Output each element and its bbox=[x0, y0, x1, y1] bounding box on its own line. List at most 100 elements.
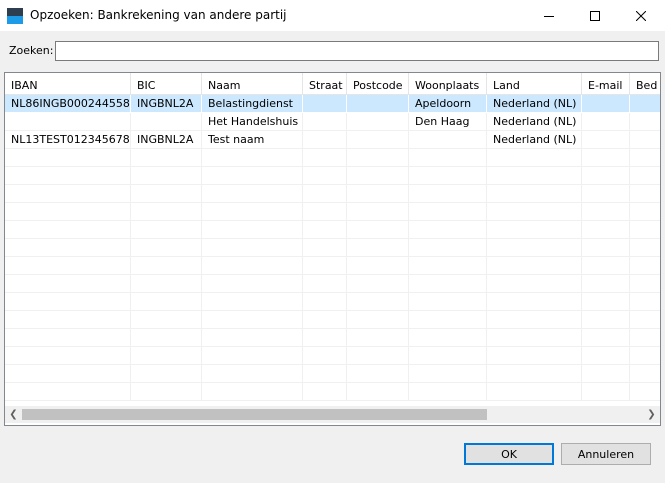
cell-col-bed bbox=[630, 239, 660, 257]
cell-col-bic bbox=[131, 293, 202, 311]
empty-table-row[interactable] bbox=[5, 185, 660, 203]
cell-col-iban bbox=[5, 257, 131, 275]
cell-col-straat bbox=[303, 203, 347, 221]
empty-table-row[interactable] bbox=[5, 221, 660, 239]
header-col-naam[interactable]: Naam bbox=[202, 73, 303, 95]
cell-col-iban bbox=[5, 167, 131, 185]
cell-col-bed bbox=[630, 149, 660, 167]
cell-col-bed bbox=[630, 167, 660, 185]
cell-col-bed bbox=[630, 203, 660, 221]
cell-col-straat bbox=[303, 329, 347, 347]
cell-col-postcode bbox=[347, 149, 409, 167]
cell-col-woonplaats bbox=[409, 293, 487, 311]
header-col-straat[interactable]: Straat bbox=[303, 73, 347, 95]
cell-col-iban bbox=[5, 221, 131, 239]
cell-col-woonplaats bbox=[409, 347, 487, 365]
empty-table-row[interactable] bbox=[5, 347, 660, 365]
cancel-button[interactable]: Annuleren bbox=[561, 443, 651, 465]
cell-col-straat bbox=[303, 365, 347, 383]
empty-table-row[interactable] bbox=[5, 329, 660, 347]
cell-col-bed bbox=[630, 347, 660, 365]
cell-col-iban bbox=[5, 239, 131, 257]
cell-col-email bbox=[582, 185, 630, 203]
empty-table-row[interactable] bbox=[5, 149, 660, 167]
cell-col-naam bbox=[202, 221, 303, 239]
empty-table-row[interactable] bbox=[5, 203, 660, 221]
cell-col-postcode bbox=[347, 239, 409, 257]
cell-col-woonplaats bbox=[409, 221, 487, 239]
maximize-button[interactable] bbox=[572, 0, 618, 31]
cell-col-land bbox=[487, 383, 582, 401]
header-col-postcode[interactable]: Postcode bbox=[347, 73, 409, 95]
cell-col-iban: NL13TEST0123456789 bbox=[5, 131, 131, 149]
empty-table-row[interactable] bbox=[5, 257, 660, 275]
empty-table-row[interactable] bbox=[5, 383, 660, 401]
empty-table-row[interactable] bbox=[5, 275, 660, 293]
search-row: Zoeken: bbox=[0, 31, 665, 71]
cell-col-postcode bbox=[347, 221, 409, 239]
table-row[interactable]: NL13TEST0123456789 INGBNL2A Test naam Neder… bbox=[5, 131, 660, 149]
empty-table-row[interactable] bbox=[5, 311, 660, 329]
cell-col-land bbox=[487, 167, 582, 185]
cell-col-bic bbox=[131, 275, 202, 293]
header-col-bed[interactable]: Bed bbox=[630, 73, 660, 95]
table-grid: IBAN BIC Naam Straat Postcode Woonplaats Land E… bbox=[5, 73, 660, 406]
cell-col-naam: Het Handelshuis bbox=[202, 113, 303, 131]
cell-col-naam bbox=[202, 293, 303, 311]
cell-col-bed bbox=[630, 221, 660, 239]
empty-table-row[interactable] bbox=[5, 365, 660, 383]
cell-col-naam bbox=[202, 203, 303, 221]
cell-col-land bbox=[487, 347, 582, 365]
cell-col-straat bbox=[303, 239, 347, 257]
empty-table-row[interactable] bbox=[5, 239, 660, 257]
cell-col-postcode bbox=[347, 365, 409, 383]
cell-col-postcode bbox=[347, 257, 409, 275]
cell-col-naam bbox=[202, 185, 303, 203]
ok-button[interactable]: OK bbox=[464, 443, 554, 465]
cell-col-email bbox=[582, 221, 630, 239]
cell-col-woonplaats: Den Haag bbox=[409, 113, 487, 131]
cell-col-bed bbox=[630, 275, 660, 293]
header-col-woonplaats[interactable]: Woonplaats bbox=[409, 73, 487, 95]
cell-col-bed bbox=[630, 113, 660, 131]
scrollbar-thumb[interactable] bbox=[22, 409, 487, 420]
cell-col-bic bbox=[131, 185, 202, 203]
cell-col-straat bbox=[303, 383, 347, 401]
header-col-land[interactable]: Land bbox=[487, 73, 582, 95]
cell-col-bic bbox=[131, 239, 202, 257]
cell-col-iban bbox=[5, 365, 131, 383]
horizontal-scrollbar[interactable]: ❮ ❯ bbox=[5, 406, 660, 423]
header-col-email[interactable]: E-mail bbox=[582, 73, 630, 95]
search-input[interactable] bbox=[55, 41, 659, 61]
cell-col-bic: INGBNL2A bbox=[131, 131, 202, 149]
close-icon bbox=[636, 10, 646, 21]
empty-table-row[interactable] bbox=[5, 167, 660, 185]
cell-col-email bbox=[582, 167, 630, 185]
cell-col-naam bbox=[202, 311, 303, 329]
cell-col-bic bbox=[131, 383, 202, 401]
empty-table-row[interactable] bbox=[5, 293, 660, 311]
cell-col-woonplaats: Apeldoorn bbox=[409, 95, 487, 113]
cell-col-postcode bbox=[347, 383, 409, 401]
table-row[interactable]: NL86INGB0002445588 INGBNL2A Belastingdiens… bbox=[5, 95, 660, 113]
results-table: IBAN BIC Naam Straat Postcode Woonplaats Land E… bbox=[4, 72, 661, 426]
cell-col-bed bbox=[630, 329, 660, 347]
cell-col-bed bbox=[630, 185, 660, 203]
cell-col-straat bbox=[303, 257, 347, 275]
cell-col-woonplaats bbox=[409, 311, 487, 329]
scroll-left-icon[interactable]: ❮ bbox=[5, 406, 22, 423]
cell-col-postcode bbox=[347, 311, 409, 329]
table-row[interactable]: Het Handelshuis Den Haag Nederland (NL) bbox=[5, 113, 660, 131]
header-col-bic[interactable]: BIC bbox=[131, 73, 202, 95]
cell-col-woonplaats bbox=[409, 167, 487, 185]
header-col-iban[interactable]: IBAN bbox=[5, 73, 131, 95]
cell-col-naam bbox=[202, 257, 303, 275]
cell-col-naam bbox=[202, 329, 303, 347]
minimize-button[interactable] bbox=[526, 0, 572, 31]
cell-col-iban bbox=[5, 275, 131, 293]
close-button[interactable] bbox=[618, 0, 664, 31]
cell-col-naam bbox=[202, 167, 303, 185]
cell-col-postcode bbox=[347, 131, 409, 149]
cell-col-iban bbox=[5, 293, 131, 311]
scroll-right-icon[interactable]: ❯ bbox=[643, 406, 660, 423]
